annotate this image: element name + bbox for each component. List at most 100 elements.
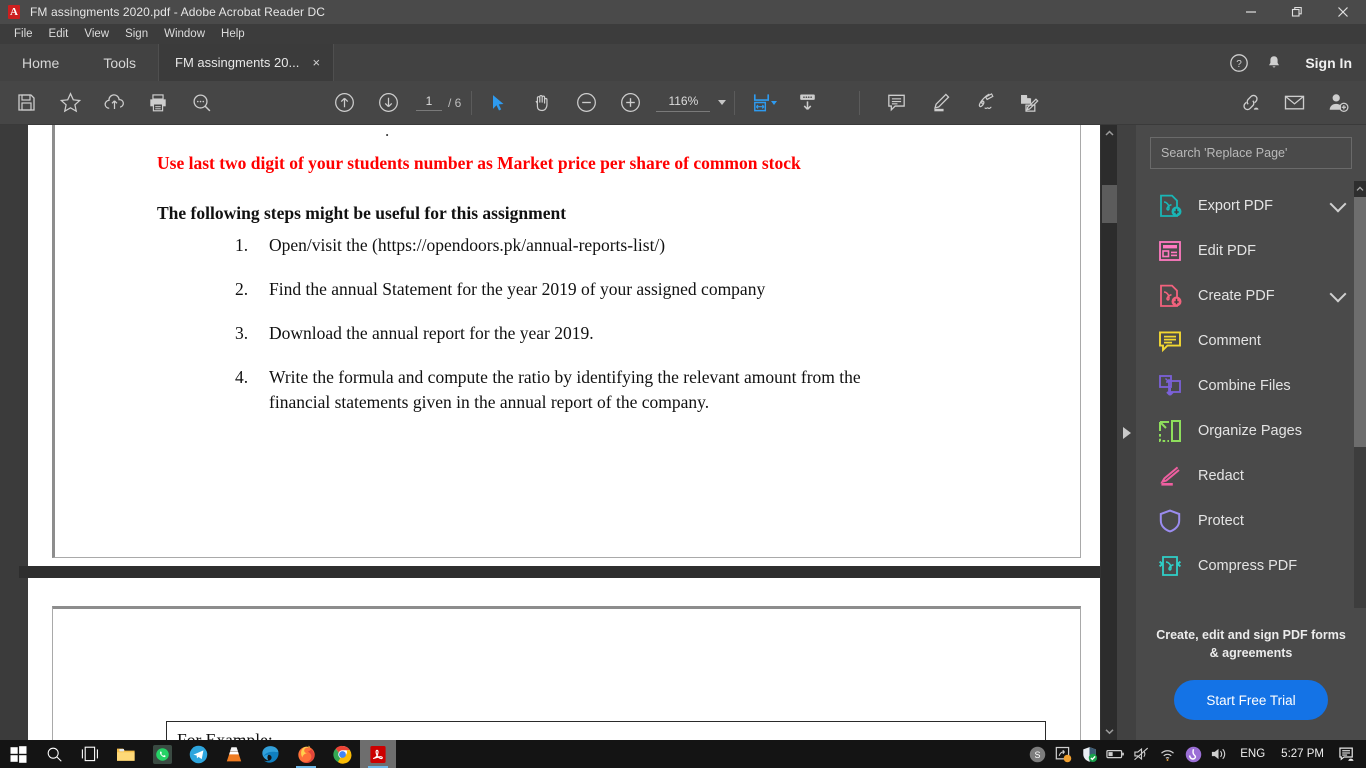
menu-window[interactable]: Window: [156, 25, 213, 43]
vlc-icon[interactable]: [216, 740, 252, 768]
sound-muted-icon[interactable]: [1128, 740, 1154, 768]
edge-icon[interactable]: [252, 740, 288, 768]
chrome-icon[interactable]: [324, 740, 360, 768]
print-icon[interactable]: [136, 81, 180, 125]
zoom-out-icon[interactable]: [564, 81, 608, 125]
document-vertical-scrollbar[interactable]: [1100, 125, 1117, 740]
search-icon[interactable]: [180, 81, 224, 125]
telegram-icon[interactable]: [180, 740, 216, 768]
wifi-icon[interactable]: [1154, 740, 1180, 768]
add-person-icon[interactable]: [1316, 81, 1360, 125]
action-center-icon[interactable]: [1332, 740, 1362, 768]
zoom-level-value[interactable]: 116%: [656, 94, 711, 112]
tools-panel-scrollbar[interactable]: [1354, 181, 1366, 666]
windows-defender-icon[interactable]: [1076, 740, 1102, 768]
menu-view[interactable]: View: [76, 25, 117, 43]
next-page-button[interactable]: [366, 81, 410, 125]
fit-page-dropdown[interactable]: [771, 100, 778, 105]
list-item-number: 1.: [235, 235, 249, 255]
list-item-number: 3.: [235, 323, 249, 344]
volume-icon[interactable]: [1206, 740, 1232, 768]
tool-compress-pdf[interactable]: Compress PDF: [1136, 543, 1366, 588]
tool-create-pdf[interactable]: Create PDF: [1136, 273, 1366, 318]
zoom-control[interactable]: 116%: [656, 94, 727, 112]
chevron-down-icon[interactable]: [1329, 195, 1347, 212]
star-icon[interactable]: [48, 81, 92, 125]
restore-button[interactable]: [1274, 0, 1320, 24]
start-free-trial-button[interactable]: Start Free Trial: [1174, 680, 1328, 721]
list-item-number: 4.: [235, 367, 249, 388]
acrobat-app-icon: A: [6, 4, 22, 20]
chevron-down-icon[interactable]: [1329, 285, 1347, 302]
save-icon[interactable]: [4, 81, 48, 125]
whatsapp-icon[interactable]: [144, 740, 180, 768]
scrollbar-thumb[interactable]: [1102, 185, 1117, 223]
previous-page-button[interactable]: [322, 81, 366, 125]
share-link-icon[interactable]: [1228, 81, 1272, 125]
tool-redact[interactable]: Redact: [1136, 453, 1366, 498]
bell-icon[interactable]: [1265, 54, 1283, 72]
page-ellipsis: .: [385, 125, 390, 140]
battery-icon[interactable]: [1102, 740, 1128, 768]
tab-tools[interactable]: Tools: [81, 44, 158, 81]
tab-home[interactable]: Home: [0, 44, 81, 81]
fill-and-sign-icon[interactable]: [1006, 81, 1050, 125]
example-label: For Example:: [177, 730, 273, 740]
svg-text:?: ?: [1237, 59, 1243, 70]
upload-cloud-icon[interactable]: [92, 81, 136, 125]
right-pane-toggle[interactable]: [1117, 125, 1136, 740]
language-indicator[interactable]: ENG: [1232, 748, 1273, 760]
menu-edit[interactable]: Edit: [41, 25, 77, 43]
search-input[interactable]: [1161, 146, 1341, 160]
file-explorer-icon[interactable]: [108, 740, 144, 768]
close-button[interactable]: [1320, 0, 1366, 24]
comment-icon[interactable]: [874, 81, 918, 125]
list-item-text: Download the annual report for the year …: [269, 323, 594, 344]
scrollbar-thumb[interactable]: [1354, 197, 1366, 447]
bittorrent-icon[interactable]: [1180, 740, 1206, 768]
menu-sign[interactable]: Sign: [117, 25, 156, 43]
tool-combine-files[interactable]: Combine Files: [1136, 363, 1366, 408]
email-icon[interactable]: [1272, 81, 1316, 125]
page-scroll-icon[interactable]: [785, 81, 829, 125]
tool-comment[interactable]: Comment: [1136, 318, 1366, 363]
skype-icon[interactable]: S: [1024, 740, 1050, 768]
chevron-down-icon[interactable]: [718, 100, 727, 105]
cursor-arrow-icon[interactable]: [476, 81, 520, 125]
close-icon[interactable]: ×: [309, 56, 323, 70]
menu-help[interactable]: Help: [213, 25, 253, 43]
help-circle-icon[interactable]: ?: [1229, 53, 1249, 73]
compress-pdf-icon: [1156, 552, 1184, 580]
clock[interactable]: 5:27 PM: [1273, 748, 1332, 760]
screen-share-icon[interactable]: [1050, 740, 1076, 768]
example-box: For Example:: [166, 721, 1046, 740]
task-view-icon[interactable]: [72, 740, 108, 768]
tool-protect[interactable]: Protect: [1136, 498, 1366, 543]
sign-icon[interactable]: [962, 81, 1006, 125]
firefox-icon[interactable]: [288, 740, 324, 768]
acrobat-reader-icon[interactable]: [360, 740, 396, 768]
scroll-up-icon[interactable]: [1354, 181, 1366, 197]
highlight-icon[interactable]: [918, 81, 962, 125]
window-title: FM assingments 2020.pdf - Adobe Acrobat …: [30, 5, 326, 19]
tab-strip: Home Tools FM assingments 20... × ? Sign…: [0, 44, 1366, 81]
menu-file[interactable]: File: [6, 25, 41, 43]
tool-label: Comment: [1198, 332, 1261, 349]
tool-organize-pages[interactable]: Organize Pages: [1136, 408, 1366, 453]
list-item-number: 2.: [235, 279, 249, 300]
tab-document[interactable]: FM assingments 20... ×: [158, 44, 335, 81]
tools-search-box[interactable]: [1150, 137, 1352, 169]
organize-pages-icon: [1156, 417, 1184, 445]
windows-start-icon[interactable]: [0, 740, 36, 768]
page-number-input[interactable]: 1: [416, 94, 442, 111]
scroll-down-icon[interactable]: [1101, 723, 1118, 740]
tool-edit-pdf[interactable]: Edit PDF: [1136, 228, 1366, 273]
tool-export-pdf[interactable]: Export PDF: [1136, 183, 1366, 228]
scroll-up-icon[interactable]: [1101, 125, 1118, 142]
minimize-button[interactable]: [1228, 0, 1274, 24]
pages-container: . Use last two digit of your students nu…: [19, 125, 1117, 740]
search-icon[interactable]: [36, 740, 72, 768]
hand-icon[interactable]: [520, 81, 564, 125]
zoom-in-icon[interactable]: [608, 81, 652, 125]
sign-in-button[interactable]: Sign In: [1305, 55, 1352, 71]
